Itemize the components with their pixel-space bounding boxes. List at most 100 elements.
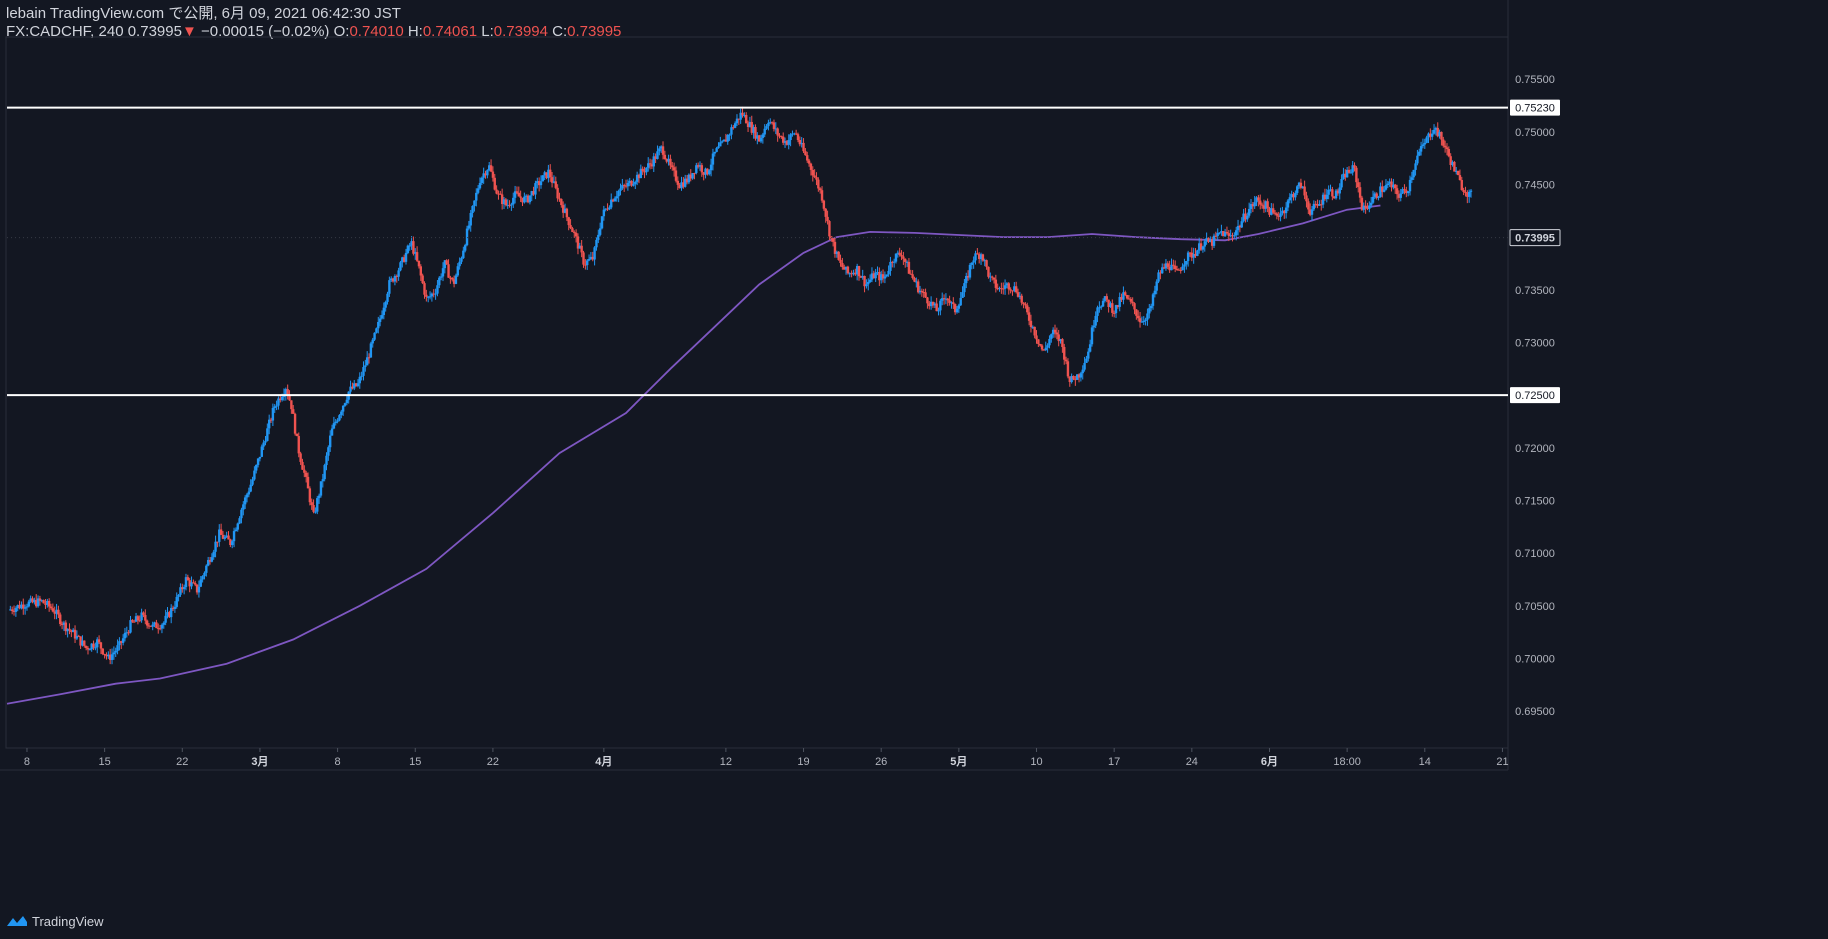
candle-body: [1066, 361, 1070, 377]
candle-body: [534, 183, 537, 195]
candle-body: [299, 453, 302, 462]
candle-body: [763, 128, 766, 135]
candle-body: [1456, 170, 1460, 176]
candle-body: [904, 258, 907, 262]
candle-body: [663, 154, 667, 160]
x-tick-label: 8: [335, 756, 341, 768]
candle-body: [1279, 213, 1282, 217]
candle-body: [1029, 320, 1033, 327]
candle-body: [952, 302, 955, 305]
candle-body: [377, 321, 380, 329]
candle-body: [955, 308, 959, 313]
candle-body: [1064, 359, 1068, 362]
candle-body: [92, 643, 95, 648]
candle-body: [1026, 305, 1029, 313]
candle-body: [1061, 339, 1064, 347]
candle-body: [1340, 179, 1343, 188]
y-tick-label: 0.72000: [1515, 443, 1555, 455]
moving-average-line: [6, 204, 1381, 705]
candle-body: [10, 609, 14, 612]
candle-body: [898, 252, 901, 255]
candle-body: [1225, 231, 1229, 234]
candle-body: [1138, 318, 1142, 323]
candle-body: [656, 151, 659, 159]
candle-body: [820, 190, 824, 201]
candle-body: [329, 435, 332, 448]
candle-body: [676, 180, 680, 185]
candle-body: [959, 297, 962, 306]
candle-body: [1460, 180, 1463, 190]
candle-body: [1088, 344, 1092, 352]
candle-body: [23, 607, 27, 609]
candle-body: [824, 208, 827, 217]
candle-body: [645, 167, 648, 173]
candle-body: [1172, 264, 1175, 266]
candle-body: [626, 182, 630, 187]
candle-body: [669, 158, 672, 166]
candle-body: [887, 270, 890, 275]
candle-body: [815, 177, 818, 180]
candle-body: [600, 216, 604, 229]
candle-body: [510, 204, 513, 206]
candle-body: [1469, 190, 1473, 192]
candle-body: [560, 198, 563, 206]
candle-body: [27, 601, 31, 607]
candle-body: [1033, 326, 1036, 336]
candle-body: [1037, 339, 1040, 345]
candle-body: [94, 647, 97, 649]
candle-body: [1048, 338, 1051, 346]
candle-body: [1445, 147, 1449, 150]
x-tick-label: 8: [24, 756, 30, 768]
candle-body: [1368, 205, 1371, 209]
candle-body: [458, 261, 461, 267]
candle-body: [1035, 335, 1038, 340]
candle-body: [1024, 303, 1027, 306]
candle-body: [717, 146, 720, 149]
horizontal-line-price-label: 0.72500: [1515, 390, 1555, 402]
candle-body: [711, 153, 715, 165]
candle-body: [423, 283, 426, 295]
candle-body: [1364, 205, 1367, 208]
candle-body: [1090, 327, 1094, 345]
candle-body: [1246, 215, 1249, 220]
candle-body: [415, 252, 419, 261]
candle-body: [210, 557, 214, 562]
candle-body: [741, 112, 744, 116]
candle-body: [406, 245, 410, 253]
candle-body: [1286, 200, 1290, 208]
tradingview-logo[interactable]: TradingView: [6, 911, 104, 931]
candle-body: [42, 600, 45, 604]
candle-body: [1347, 169, 1351, 173]
candle-body: [789, 134, 792, 141]
y-tick-label: 0.71000: [1515, 548, 1555, 560]
candle-body: [201, 576, 204, 580]
candle-body: [693, 173, 696, 175]
candle-body: [719, 142, 722, 147]
price-chart[interactable]: 0.75230 0.72500 0.73995 0.75500 0.75000 0.74…: [0, 0, 1828, 939]
candle-body: [316, 498, 319, 512]
candle-body: [776, 128, 779, 136]
candle-body: [1085, 358, 1088, 363]
candle-body: [297, 436, 300, 454]
candle-body: [515, 191, 519, 193]
candle-body: [267, 419, 271, 429]
candle-body: [813, 175, 816, 178]
candle-body: [110, 654, 114, 660]
candle-body: [112, 652, 116, 655]
candle-body: [214, 541, 217, 552]
candle-body: [1305, 195, 1308, 202]
candle-body: [330, 428, 334, 436]
candle-body: [1357, 182, 1360, 188]
candle-body: [595, 239, 598, 248]
candle-body: [1288, 197, 1292, 201]
candle-body: [314, 511, 317, 513]
candle-body: [519, 196, 522, 198]
candle-body: [57, 609, 60, 615]
candle-body: [809, 163, 813, 170]
candle-body: [480, 177, 484, 183]
candle-body: [236, 523, 239, 530]
candle-body: [613, 198, 617, 202]
candle-body: [772, 122, 776, 129]
candle-body: [445, 260, 448, 265]
candle-body: [1247, 208, 1251, 216]
